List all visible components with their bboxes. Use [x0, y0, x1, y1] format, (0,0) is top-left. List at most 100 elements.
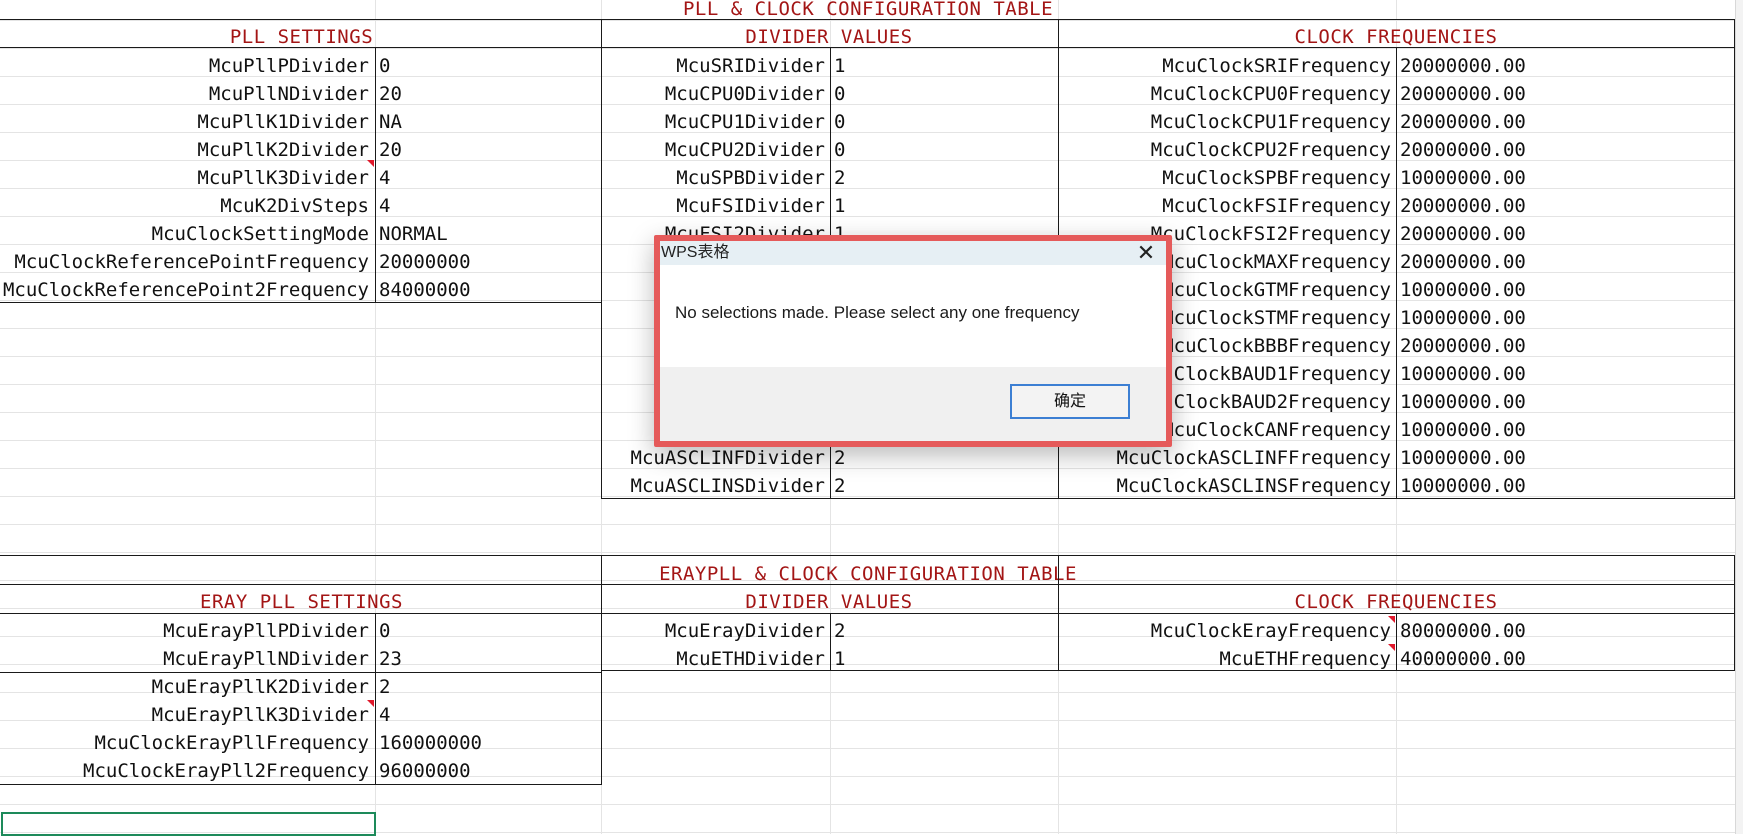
table-border: [0, 584, 1735, 585]
clock-value-cell[interactable]: 20000000.00: [1396, 79, 1734, 107]
clock-name-cell[interactable]: McuClockCPU1Frequency: [1058, 107, 1395, 135]
pll-param-name-cell[interactable]: McuK2DivSteps: [0, 191, 373, 219]
pll-param-name-cell[interactable]: McuClockReferencePoint2Frequency: [0, 275, 373, 303]
pll-param-name-cell[interactable]: McuErayPllPDivider: [0, 616, 373, 644]
pll-param-value-cell[interactable]: 20: [375, 79, 600, 107]
pll-param-value-cell[interactable]: 20: [375, 135, 600, 163]
comment-indicator[interactable]: [1388, 644, 1395, 651]
clock-value-cell[interactable]: 20000000.00: [1396, 51, 1734, 79]
clock-name-cell[interactable]: McuClockSRIFrequency: [1058, 51, 1395, 79]
clock-value-cell[interactable]: 20000000.00: [1396, 107, 1734, 135]
pll-param-name-cell[interactable]: McuPllPDivider: [0, 51, 373, 79]
clock-name-cell[interactable]: McuClockSPBFrequency: [1058, 163, 1395, 191]
table-border: [375, 47, 376, 303]
divider-name-cell[interactable]: McuASCLINSDivider: [601, 471, 829, 499]
pll-param-name-cell[interactable]: McuClockErayPll2Frequency: [0, 756, 373, 784]
clock-value-cell[interactable]: 10000000.00: [1396, 303, 1734, 331]
close-icon[interactable]: ✕: [1126, 241, 1166, 265]
comment-indicator[interactable]: [367, 700, 374, 707]
active-cell[interactable]: [1, 812, 376, 836]
clock-value-cell[interactable]: 10000000.00: [1396, 443, 1734, 471]
pll-param-value-cell[interactable]: 4: [375, 700, 600, 728]
clock-value-cell[interactable]: 20000000.00: [1396, 219, 1734, 247]
clock-name-cell[interactable]: McuClockErayFrequency: [1058, 616, 1395, 644]
divider-name-cell[interactable]: McuErayDivider: [601, 616, 829, 644]
grid-row-line: [0, 804, 1743, 805]
divider-name-cell[interactable]: McuFSIDivider: [601, 191, 829, 219]
pll-param-name-cell[interactable]: McuPllK1Divider: [0, 107, 373, 135]
clock-value-cell[interactable]: 10000000.00: [1396, 415, 1734, 443]
pll-param-name-cell[interactable]: McuClockReferencePointFrequency: [0, 247, 373, 275]
clock-value-cell[interactable]: 20000000.00: [1396, 247, 1734, 275]
table-border: [0, 19, 1735, 20]
divider-name-cell[interactable]: McuCPU1Divider: [601, 107, 829, 135]
pll-param-value-cell[interactable]: 23: [375, 644, 600, 672]
clock-value-cell[interactable]: 80000000.00: [1396, 616, 1734, 644]
pll-param-name-cell[interactable]: McuPllK2Divider: [0, 135, 373, 163]
pll-param-value-cell[interactable]: 2: [375, 672, 600, 700]
clock-name-cell[interactable]: McuClockFSIFrequency: [1058, 191, 1395, 219]
pll-param-value-cell[interactable]: 4: [375, 163, 600, 191]
clock-value-cell[interactable]: 20000000.00: [1396, 135, 1734, 163]
pll-param-value-cell[interactable]: 20000000: [375, 247, 600, 275]
divider-value-cell[interactable]: 0: [830, 107, 1057, 135]
pll-param-name-cell[interactable]: McuClockErayPllFrequency: [0, 728, 373, 756]
clock-value-cell[interactable]: 20000000.00: [1396, 331, 1734, 359]
pll-param-name-cell[interactable]: McuPllK3Divider: [0, 163, 373, 191]
pll-param-name-cell[interactable]: McuErayPllK3Divider: [0, 700, 373, 728]
table2-pll-header: ERAY PLL SETTINGS: [200, 591, 403, 613]
pll-param-value-cell[interactable]: NA: [375, 107, 600, 135]
clock-value-cell[interactable]: 10000000.00: [1396, 359, 1734, 387]
table-border: [1058, 555, 1059, 670]
table2-clock-header: CLOCK FREQUENCIES: [1294, 591, 1498, 613]
vertical-scrollbar[interactable]: [1735, 0, 1743, 834]
divider-value-cell[interactable]: 0: [830, 135, 1057, 163]
dialog-message: No selections made. Please select any on…: [675, 303, 1080, 322]
clock-name-cell[interactable]: McuClockASCLINFFrequency: [1058, 443, 1395, 471]
divider-name-cell[interactable]: McuASCLINFDivider: [601, 443, 829, 471]
pll-param-name-cell[interactable]: McuErayPllNDivider: [0, 644, 373, 672]
clock-value-cell[interactable]: 10000000.00: [1396, 387, 1734, 415]
table-border: [0, 672, 601, 673]
divider-value-cell[interactable]: 2: [830, 163, 1057, 191]
clock-value-cell[interactable]: 10000000.00: [1396, 275, 1734, 303]
pll-param-value-cell[interactable]: 160000000: [375, 728, 600, 756]
clock-value-cell[interactable]: 10000000.00: [1396, 471, 1734, 499]
divider-name-cell[interactable]: McuCPU0Divider: [601, 79, 829, 107]
comment-indicator[interactable]: [367, 160, 374, 167]
clock-value-cell[interactable]: 10000000.00: [1396, 163, 1734, 191]
clock-name-cell[interactable]: McuClockASCLINSFrequency: [1058, 471, 1395, 499]
table-border: [1396, 613, 1397, 670]
divider-name-cell[interactable]: McuCPU2Divider: [601, 135, 829, 163]
divider-value-cell[interactable]: 2: [830, 443, 1057, 471]
comment-indicator[interactable]: [1388, 616, 1395, 623]
pll-param-name-cell[interactable]: McuClockSettingMode: [0, 219, 373, 247]
clock-name-cell[interactable]: McuClockCPU0Frequency: [1058, 79, 1395, 107]
clock-name-cell[interactable]: McuETHFrequency: [1058, 644, 1395, 672]
grid-row-line: [0, 552, 1743, 553]
pll-param-value-cell[interactable]: 0: [375, 51, 600, 79]
pll-param-value-cell[interactable]: 0: [375, 616, 600, 644]
divider-value-cell[interactable]: 0: [830, 79, 1057, 107]
divider-value-cell[interactable]: 2: [830, 616, 1057, 644]
dialog-titlebar[interactable]: WPS表格 ✕: [660, 241, 1166, 265]
clock-name-cell[interactable]: McuClockCPU2Frequency: [1058, 135, 1395, 163]
divider-name-cell[interactable]: McuSRIDivider: [601, 51, 829, 79]
divider-name-cell[interactable]: McuSPBDivider: [601, 163, 829, 191]
pll-param-value-cell[interactable]: 96000000: [375, 756, 600, 784]
divider-value-cell[interactable]: 1: [830, 644, 1057, 672]
divider-value-cell[interactable]: 1: [830, 51, 1057, 79]
pll-param-name-cell[interactable]: McuErayPllK2Divider: [0, 672, 373, 700]
clock-value-cell[interactable]: 20000000.00: [1396, 191, 1734, 219]
table-border: [1396, 47, 1397, 499]
table-border: [601, 19, 602, 499]
pll-param-value-cell[interactable]: NORMAL: [375, 219, 600, 247]
divider-value-cell[interactable]: 1: [830, 191, 1057, 219]
divider-name-cell[interactable]: McuETHDivider: [601, 644, 829, 672]
pll-param-value-cell[interactable]: 4: [375, 191, 600, 219]
clock-value-cell[interactable]: 40000000.00: [1396, 644, 1734, 672]
ok-button[interactable]: 确定: [1010, 384, 1130, 419]
pll-param-name-cell[interactable]: McuPllNDivider: [0, 79, 373, 107]
divider-value-cell[interactable]: 2: [830, 471, 1057, 499]
pll-param-value-cell[interactable]: 84000000: [375, 275, 600, 303]
